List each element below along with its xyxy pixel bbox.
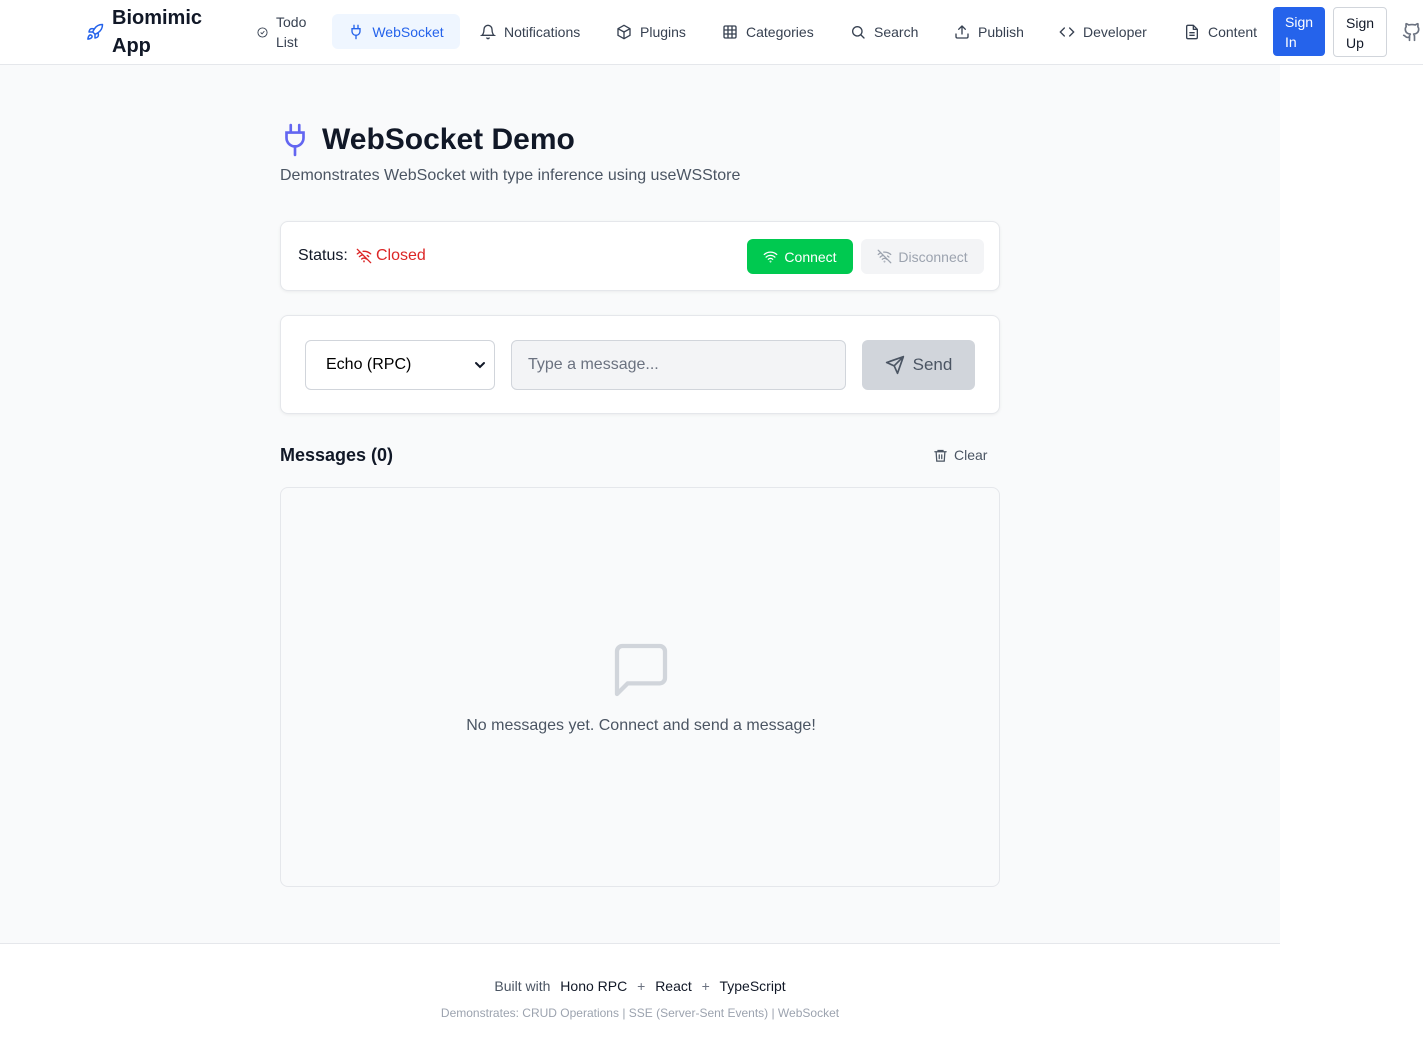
connect-button[interactable]: Connect (747, 239, 853, 274)
built-with-label: Built with (494, 978, 551, 994)
tech-react: React (655, 978, 692, 994)
search-icon (852, 25, 865, 39)
send-label: Send (912, 355, 953, 374)
empty-state-text: No messages yet. Connect and send a mess… (466, 717, 816, 734)
brand[interactable]: Biomimic App (86, 4, 216, 60)
nav-websocket[interactable]: WebSocket (332, 14, 460, 49)
nav-search[interactable]: Search (850, 14, 918, 49)
nav-notifications[interactable]: Notifications (480, 14, 580, 49)
trash-icon (934, 449, 947, 462)
nav-label: Todo List (276, 14, 307, 50)
sign-in-button[interactable]: Sign In (1273, 7, 1325, 56)
mode-selected-value: Echo (RPC) (326, 356, 412, 373)
nav-label: Categories (746, 23, 814, 40)
nav-label: Search (874, 23, 919, 40)
page-heading: WebSocket Demo (282, 120, 575, 160)
nav-todo-list[interactable]: Todo List (257, 10, 316, 54)
page-title: WebSocket Demo (322, 123, 575, 156)
footer-built-with: Built with Hono RPC + React + TypeScript (0, 978, 1280, 994)
nav-publish[interactable]: Publish (954, 14, 1024, 49)
wifi-off-icon (877, 249, 892, 264)
code-icon (1059, 26, 1075, 37)
footer: Built with Hono RPC + React + TypeScript… (0, 943, 1280, 1052)
status-card: Status: Closed Connect Disconnect (280, 221, 1000, 291)
nav-label: WebSocket (372, 23, 444, 40)
disconnect-button[interactable]: Disconnect (861, 239, 984, 274)
footer-demonstrates: Demonstrates: CRUD Operations | SSE (Ser… (440, 1006, 840, 1020)
separator: + (701, 978, 710, 994)
send-icon (885, 355, 904, 375)
nav-label: Publish (978, 23, 1024, 40)
nav-label: Plugins (640, 23, 686, 40)
nav-label: Developer (1083, 23, 1147, 40)
check-circle-icon (257, 26, 268, 38)
messages-heading: Messages (0) (280, 445, 394, 465)
package-icon (617, 24, 631, 39)
clear-label: Clear (954, 447, 988, 463)
upload-icon (955, 24, 969, 39)
wifi-off-icon (356, 248, 372, 264)
status-value: Closed (376, 247, 426, 264)
top-nav-bar: Biomimic App Todo List WebSocket Notific… (0, 0, 1423, 65)
grid-icon (723, 24, 737, 39)
send-button[interactable]: Send (862, 340, 975, 390)
rocket-icon (87, 23, 104, 40)
nav-categories[interactable]: Categories (722, 14, 814, 49)
chevron-down-icon (475, 362, 485, 369)
plug-icon (285, 123, 305, 157)
clear-button[interactable]: Clear (933, 444, 987, 466)
message-input[interactable] (511, 340, 846, 390)
brand-name: Biomimic App (112, 7, 203, 57)
mode-select[interactable]: Echo (RPC) (305, 340, 495, 390)
file-text-icon (1186, 24, 1198, 39)
message-square-icon (614, 643, 668, 697)
disconnect-label: Disconnect (898, 248, 968, 265)
github-icon[interactable] (1402, 22, 1422, 42)
nav-plugins[interactable]: Plugins (616, 14, 686, 49)
messages-list: No messages yet. Connect and send a mess… (280, 487, 1000, 887)
bell-icon (480, 24, 496, 39)
tech-typescript: TypeScript (719, 978, 786, 994)
sign-up-button[interactable]: Sign Up (1333, 7, 1387, 57)
wifi-icon (764, 251, 778, 263)
separator: + (637, 978, 646, 994)
status-badge: Closed (356, 247, 426, 265)
composer-card: Echo (RPC) Send (280, 315, 1000, 414)
plug-icon (351, 24, 361, 39)
tech-hono: Hono RPC (560, 978, 628, 994)
nav-developer[interactable]: Developer (1059, 14, 1147, 49)
status-label: Status: (298, 247, 348, 264)
connect-label: Connect (784, 248, 837, 265)
nav-label: Notifications (504, 23, 581, 40)
nav-content[interactable]: Content (1184, 14, 1257, 49)
page-subtitle: Demonstrates WebSocket with type inferen… (280, 167, 741, 184)
nav-label: Content (1208, 23, 1258, 40)
